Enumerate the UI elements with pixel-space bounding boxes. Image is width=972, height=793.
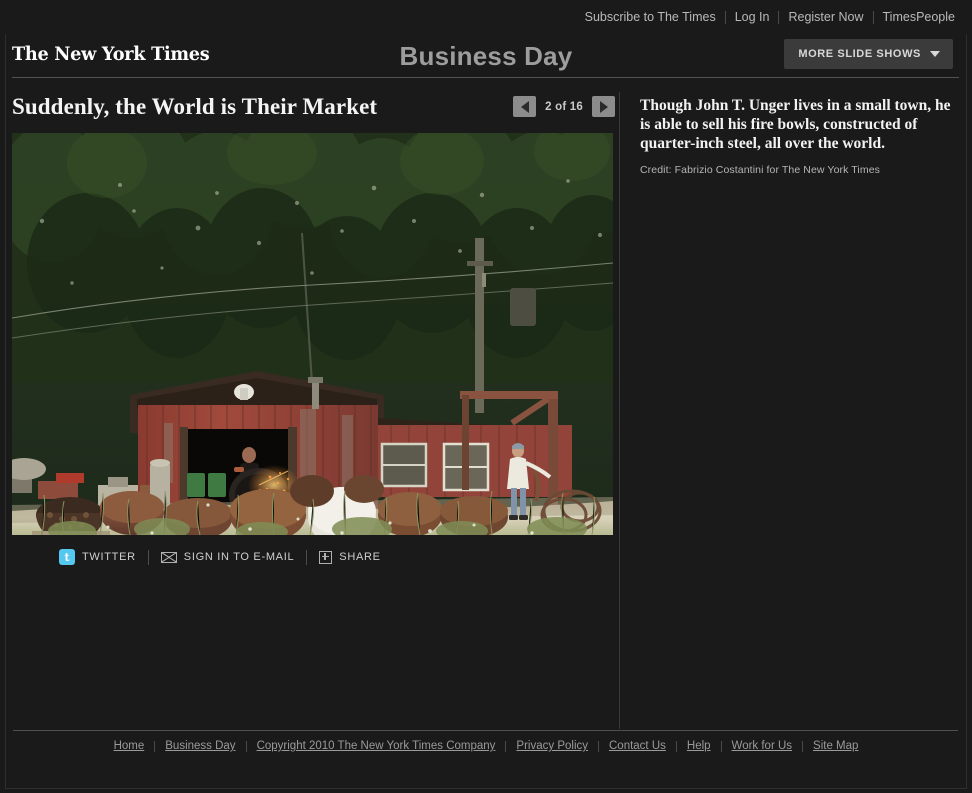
footer-link-contact[interactable]: Contact Us [599, 740, 676, 752]
masthead: The New York Times Business Day MORE SLI… [6, 34, 966, 78]
envelope-icon [160, 551, 177, 563]
topbar-link-timespeople[interactable]: TimesPeople [874, 10, 965, 24]
page-frame: The New York Times Business Day MORE SLI… [5, 34, 967, 789]
footer-links: Home Business Day Copyright 2010 The New… [6, 740, 966, 752]
plus-box-icon [319, 550, 333, 564]
share-twitter-button[interactable]: t TWITTER [12, 549, 148, 565]
more-slideshows-label: MORE SLIDE SHOWS [798, 48, 921, 60]
share-more-label: SHARE [339, 551, 381, 563]
slideshow-page: Subscribe to The Times Log In Register N… [0, 0, 972, 793]
column-divider [619, 92, 620, 729]
twitter-icon: t [59, 549, 75, 565]
topbar-link-login[interactable]: Log In [726, 10, 779, 24]
prev-slide-button[interactable] [513, 96, 537, 117]
footer-link-help[interactable]: Help [677, 740, 721, 752]
footer-divider [13, 730, 958, 731]
slide-counter: 2 of 16 [545, 100, 583, 113]
next-slide-button[interactable] [592, 96, 615, 117]
arrow-left-icon [520, 100, 529, 113]
share-more-button[interactable]: SHARE [307, 550, 392, 564]
slide-credit: Credit: Fabrizio Costantini for The New … [640, 164, 880, 176]
chevron-down-icon [930, 51, 940, 57]
share-email-label: SIGN IN TO E-MAIL [183, 551, 295, 563]
slideshow-headline: Suddenly, the World is Their Market [12, 94, 378, 119]
topbar-link-register[interactable]: Register Now [779, 10, 872, 24]
slide-image-container[interactable] [12, 133, 613, 535]
footer-link-copyright[interactable]: Copyright 2010 The New York Times Compan… [247, 740, 506, 752]
footer-link-work-for-us[interactable]: Work for Us [722, 740, 803, 752]
footer-link-site-map[interactable]: Site Map [803, 740, 868, 752]
topbar-link-subscribe[interactable]: Subscribe to The Times [576, 10, 725, 24]
footer-link-home[interactable]: Home [104, 740, 155, 752]
slide-caption: Though John T. Unger lives in a small to… [640, 97, 951, 152]
caption-panel: Though John T. Unger lives in a small to… [640, 96, 958, 176]
slide-pager: 2 of 16 [513, 96, 615, 117]
footer-link-business-day[interactable]: Business Day [155, 740, 245, 752]
top-utility-bar: Subscribe to The Times Log In Register N… [0, 0, 972, 34]
more-slideshows-button[interactable]: MORE SLIDE SHOWS [784, 39, 953, 69]
arrow-right-icon [599, 100, 608, 113]
share-email-button[interactable]: SIGN IN TO E-MAIL [149, 551, 307, 563]
slide-image[interactable] [12, 133, 613, 535]
masthead-divider [12, 77, 959, 78]
share-toolbar: t TWITTER SIGN IN TO E-MAIL SHARE [12, 546, 613, 568]
headline-row: Suddenly, the World is Their Market 2 of… [12, 92, 619, 128]
share-twitter-label: TWITTER [82, 551, 136, 563]
footer-link-privacy[interactable]: Privacy Policy [506, 740, 598, 752]
